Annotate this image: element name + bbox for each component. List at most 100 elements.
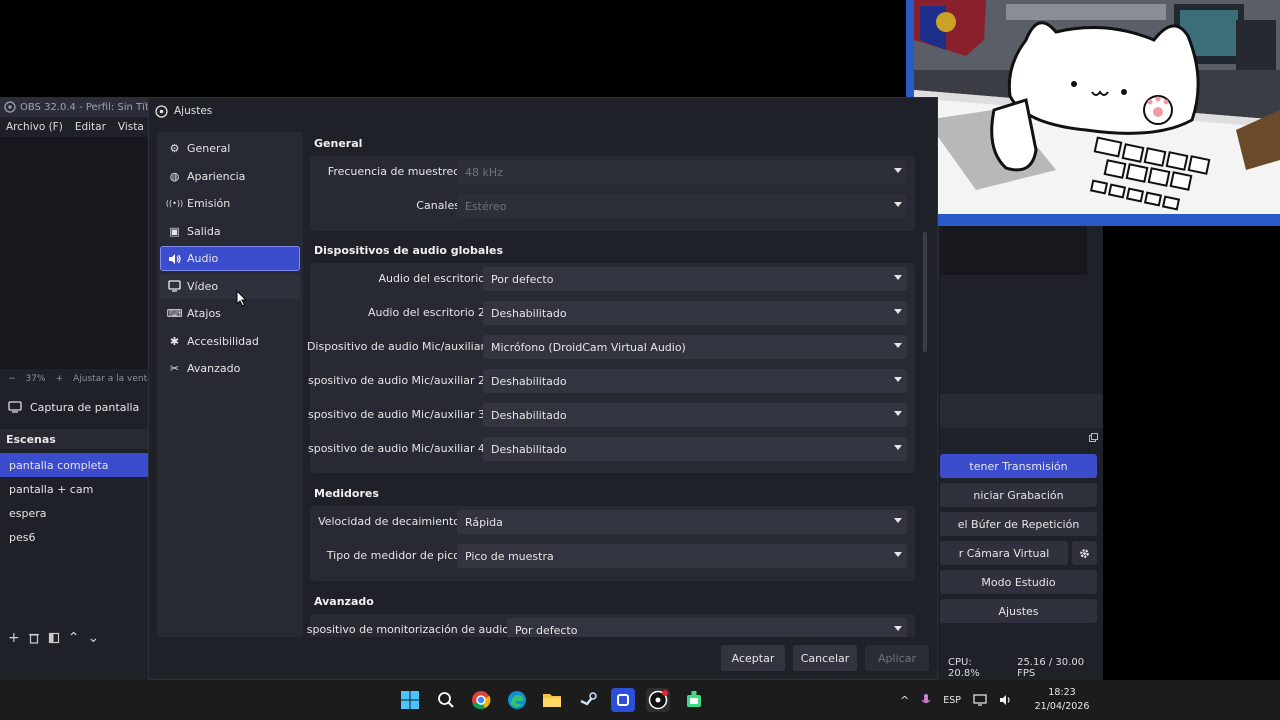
source-row[interactable]: Captura de pantalla [0,393,148,421]
windows-start-icon[interactable] [398,688,422,712]
zoom-fit-label[interactable]: Ajustar a la venta [73,374,153,384]
nav-item-audio[interactable]: Audio [160,246,300,271]
edge-icon[interactable] [505,688,529,712]
steam-icon[interactable] [576,688,600,712]
speaker-icon [168,252,181,265]
gear-icon: ⚙ [169,142,180,155]
mic-aux-3-select[interactable]: Deshabilitado [483,403,907,427]
tray-chevron-icon[interactable]: ^ [900,694,909,707]
app-icon[interactable] [611,688,635,712]
obs-logo-icon [155,104,168,118]
mic-aux-4-value: Deshabilitado [491,442,567,456]
nav-item-avanzado[interactable]: ✂ Avanzado [160,356,300,381]
search-icon[interactable] [434,688,458,712]
peak-select[interactable]: Pico de muestra [457,544,907,568]
sample-rate-label: Frecuencia de muestreo [327,165,460,178]
mic-aux-2-select[interactable]: Deshabilitado [483,369,907,393]
add-scene-icon[interactable]: + [8,630,20,646]
nav-item-accesibilidad[interactable]: ✱ Accesibilidad [160,329,300,354]
menu-vista[interactable]: Vista [118,121,144,133]
nav-item-apariencia[interactable]: ◍ Apariencia [160,164,300,189]
nav-item-label: Emisión [187,197,231,210]
nav-item-label: Vídeo [187,279,219,293]
accessibility-icon: ✱ [169,334,180,348]
menu-editar[interactable]: Editar [75,121,106,133]
chevron-down-icon [894,626,902,631]
scene-item[interactable]: pantalla + cam [0,477,148,501]
settings-scrollbar[interactable] [923,232,927,352]
zoom-value: 37% [25,374,46,384]
scene-item[interactable]: pantalla completa [0,453,148,477]
obs-preview-area[interactable] [0,137,148,369]
nav-item-label: Apariencia [187,169,246,183]
decay-select[interactable]: Rápida [457,510,907,534]
section-title-advanced: Avanzado [314,595,374,608]
desktop-audio-2-select[interactable]: Deshabilitado [483,301,907,325]
dock-float-icon[interactable] [1089,433,1098,442]
nav-item-atajos[interactable]: ⌨ Atajos [160,301,300,326]
desktop-audio-2-value: Deshabilitado [491,306,567,320]
settings-button[interactable]: Ajustes [940,599,1097,623]
zoom-in-button[interactable]: + [56,374,64,384]
zoom-out-button[interactable]: − [8,374,16,384]
device-label: Dispositivo de audio Mic/auxiliar 2 [307,374,485,387]
section-title-global-devices: Dispositivos de audio globales [314,244,504,257]
accept-button[interactable]: Aceptar [721,645,785,671]
chevron-down-icon [894,202,902,207]
start-recording-button[interactable]: niciar Grabación [940,483,1097,507]
desktop-audio-select[interactable]: Por defecto [483,267,907,291]
network-icon[interactable] [973,694,987,706]
virtual-camera-settings-button[interactable] [1072,541,1097,565]
nav-item-video[interactable]: Vídeo [160,273,300,299]
android-icon[interactable] [682,688,706,712]
studio-mode-button[interactable]: Modo Estudio [940,570,1097,594]
scene-item[interactable]: espera [0,501,148,525]
move-up-icon[interactable]: ⌃ [68,630,80,646]
volume-icon[interactable] [999,694,1013,706]
dialog-buttons: Aceptar Cancelar Aplicar [721,645,929,671]
channels-select[interactable]: Estéreo [457,194,907,218]
wrench-icon: ✂ [169,362,180,375]
trash-icon[interactable] [28,632,40,644]
menu-archivo[interactable]: Archivo (F) [6,121,63,133]
filter-icon[interactable] [48,632,60,644]
clock[interactable]: 18:23 21/04/2026 [1034,686,1090,714]
settings-content: General Frecuencia de muestreo 48 kHz Ca… [307,132,919,637]
keyboard-icon: ⌨ [166,307,183,320]
antenna-icon: ((•)) [165,199,184,208]
replay-buffer-button[interactable]: el Búfer de Repetición [940,512,1097,536]
device-label: Audio del escritorio 2 [367,306,485,319]
stop-stream-button[interactable]: tener Transmisión [940,454,1097,478]
move-down-icon[interactable]: ⌄ [87,630,99,646]
device-label: Audio del escritorio [378,272,485,285]
status-bar: CPU: 20.8% 25.16 / 30.00 FPS [940,655,1103,680]
virtual-camera-button[interactable]: r Cámara Virtual [940,541,1068,565]
decay-label: Velocidad de decaimiento [318,515,460,528]
file-explorer-icon[interactable] [540,688,564,712]
language-indicator[interactable]: ESP [943,695,961,706]
scene-item[interactable]: pes6 [0,525,148,549]
chrome-icon[interactable] [469,688,493,712]
cancel-button[interactable]: Cancelar [793,645,857,671]
apply-button[interactable]: Aplicar [865,645,929,671]
decay-value: Rápida [465,515,503,529]
zoom-bar: − 37% + Ajustar a la venta [0,371,153,387]
desktop-audio-value: Por defecto [491,272,554,286]
device-label: Dispositivo de audio Mic/auxiliar [307,340,485,353]
sample-rate-select[interactable]: 48 kHz [457,160,907,184]
mic-aux-4-select[interactable]: Deshabilitado [483,437,907,461]
microphone-icon[interactable] [921,693,931,707]
chevron-down-icon [894,275,902,280]
nav-item-emision[interactable]: ((•)) Emisión [160,191,300,216]
device-label: Dispositivo de audio Mic/auxiliar 4 [307,442,485,455]
nav-item-salida[interactable]: ▣ Salida [160,219,300,244]
chevron-down-icon [894,377,902,382]
obs-icon[interactable] [646,688,670,712]
settings-title: Ajustes [174,105,213,117]
peak-label: Tipo de medidor de pico [326,549,460,562]
monitoring-select[interactable]: Por defecto [507,618,907,637]
cpu-usage: CPU: 20.8% [948,656,980,679]
mic-aux-select[interactable]: Micrófono (DroidCam Virtual Audio) [483,335,907,359]
nav-item-label: Salida [187,224,221,238]
nav-item-general[interactable]: ⚙ General [160,136,300,161]
